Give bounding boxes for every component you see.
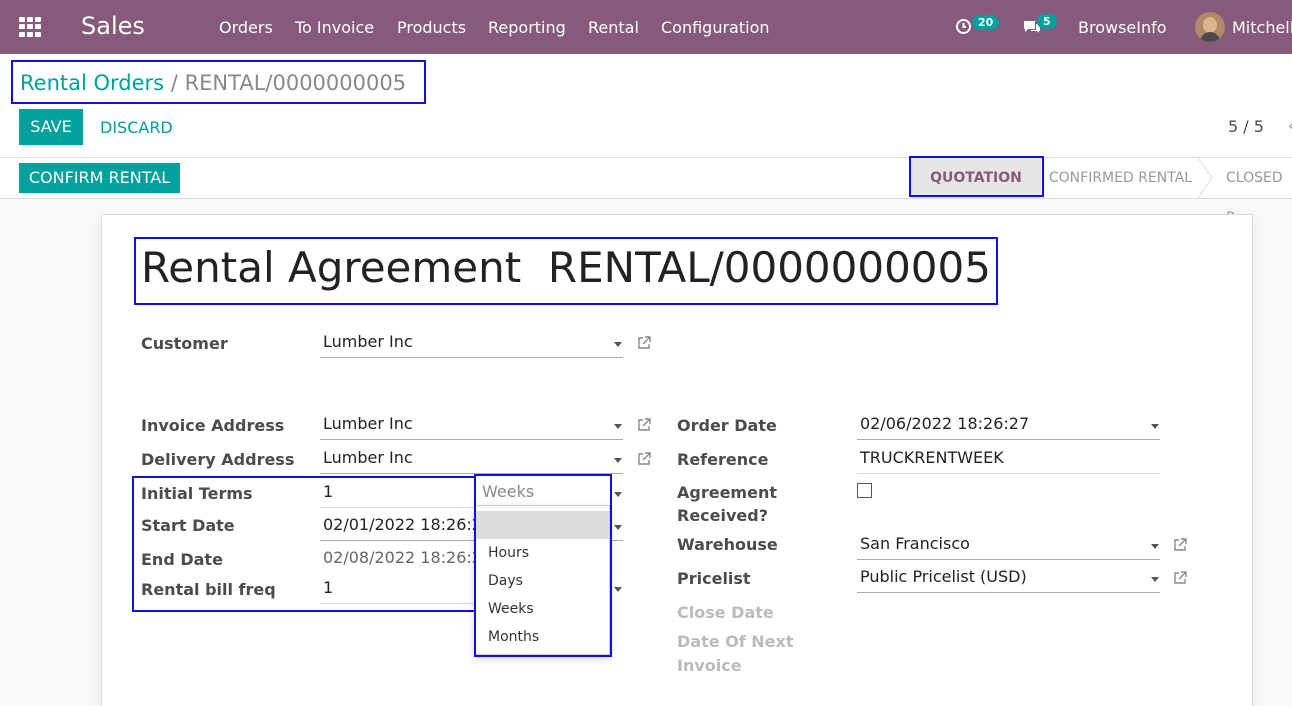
rental-bill-freq-field[interactable]: 1 xyxy=(320,578,475,604)
close-date-label: Close Date xyxy=(677,603,774,622)
stage-confirmed-rental[interactable]: CONFIRMED RENTAL xyxy=(1043,158,1198,198)
unit-option-days[interactable]: Days xyxy=(476,567,609,595)
invoice-address-external-link-icon[interactable] xyxy=(637,418,651,432)
start-date-dropdown-icon[interactable] xyxy=(614,525,622,530)
unit-option-hours[interactable]: Hours xyxy=(476,539,609,567)
initial-terms-unit-dropdown-icon[interactable] xyxy=(614,492,622,497)
agreement-received-label-line2: Received? xyxy=(677,506,769,525)
pricelist-field[interactable]: Public Pricelist (USD) xyxy=(857,567,1160,593)
unit-dropdown-menu: Hours Days Weeks Months xyxy=(475,505,610,655)
delivery-address-field[interactable]: Lumber Inc xyxy=(320,448,623,474)
apps-menu-icon[interactable] xyxy=(19,17,41,37)
pricelist-dropdown-icon[interactable] xyxy=(1151,577,1159,582)
save-button[interactable]: SAVE xyxy=(19,109,83,145)
delivery-address-dropdown-icon[interactable] xyxy=(614,458,622,463)
invoice-address-field[interactable]: Lumber Inc xyxy=(320,414,623,440)
pager-previous-icon[interactable]: ‹ xyxy=(1288,116,1292,135)
warehouse-label: Warehouse xyxy=(677,535,778,554)
activity-clock-icon[interactable] xyxy=(955,18,972,35)
discard-button[interactable]: DISCARD xyxy=(100,118,173,137)
unit-option-weeks[interactable]: Weeks xyxy=(476,595,609,623)
form-title: Rental Agreement RENTAL/0000000005 xyxy=(141,243,991,292)
rental-bill-freq-label: Rental bill freq xyxy=(141,580,276,599)
unit-option-months[interactable]: Months xyxy=(476,623,609,651)
pricelist-external-link-icon[interactable] xyxy=(1173,571,1187,585)
order-date-dropdown-icon[interactable] xyxy=(1151,424,1159,429)
control-panel: Rental Orders / RENTAL/0000000005 SAVE D… xyxy=(0,54,1292,158)
warehouse-dropdown-icon[interactable] xyxy=(1151,544,1159,549)
menu-rental[interactable]: Rental xyxy=(588,18,639,37)
order-date-field[interactable]: 02/06/2022 18:26:27 xyxy=(857,414,1160,440)
customer-field[interactable]: Lumber Inc xyxy=(320,332,623,358)
message-count-badge: 5 xyxy=(1037,14,1057,29)
rental-bill-freq-unit-dropdown-icon[interactable] xyxy=(614,587,622,592)
breadcrumb: Rental Orders / RENTAL/0000000005 xyxy=(20,71,406,95)
menu-reporting[interactable]: Reporting xyxy=(488,18,566,37)
agreement-received-label-line1: Agreement xyxy=(677,483,777,502)
pager-value[interactable]: 5 / 5 xyxy=(1228,117,1264,136)
menu-products[interactable]: Products xyxy=(397,18,466,37)
company-switcher[interactable]: BrowseInfo xyxy=(1078,18,1167,37)
stage-arrow-icon xyxy=(1197,158,1213,198)
warehouse-external-link-icon[interactable] xyxy=(1173,538,1187,552)
menu-configuration[interactable]: Configuration xyxy=(661,18,770,37)
breadcrumb-parent-link[interactable]: Rental Orders xyxy=(20,71,164,95)
top-navbar: Sales Orders To Invoice Products Reporti… xyxy=(0,0,1292,54)
reference-field[interactable]: TRUCKRENTWEEK xyxy=(857,448,1160,474)
status-bar: CONFIRM RENTAL QUOTATION CONFIRMED RENTA… xyxy=(0,158,1292,226)
user-avatar[interactable] xyxy=(1195,12,1225,42)
breadcrumb-current: RENTAL/0000000005 xyxy=(184,71,407,95)
customer-label: Customer xyxy=(141,334,228,353)
menu-orders[interactable]: Orders xyxy=(219,18,273,37)
end-date-label: End Date xyxy=(141,550,223,569)
initial-terms-label: Initial Terms xyxy=(141,484,253,503)
invoice-address-label: Invoice Address xyxy=(141,416,285,435)
menu-to-invoice[interactable]: To Invoice xyxy=(295,18,374,37)
stage-quotation[interactable]: QUOTATION xyxy=(911,158,1041,198)
delivery-address-label: Delivery Address xyxy=(141,450,295,469)
initial-terms-field[interactable]: 1 xyxy=(320,482,475,508)
start-date-label: Start Date xyxy=(141,516,235,535)
agreement-received-checkbox[interactable] xyxy=(857,483,872,498)
confirm-rental-button[interactable]: CONFIRM RENTAL xyxy=(19,163,180,193)
customer-external-link-icon[interactable] xyxy=(637,336,651,350)
delivery-address-external-link-icon[interactable] xyxy=(637,452,651,466)
invoice-address-dropdown-icon[interactable] xyxy=(614,424,622,429)
order-date-label: Order Date xyxy=(677,416,777,435)
breadcrumb-separator: / xyxy=(170,71,178,95)
user-menu[interactable]: Mitchell xyxy=(1232,18,1292,37)
warehouse-field[interactable]: San Francisco xyxy=(857,534,1160,560)
customer-dropdown-icon[interactable] xyxy=(614,342,622,347)
app-name[interactable]: Sales xyxy=(81,12,145,40)
activity-count-badge: 20 xyxy=(972,15,1000,30)
next-invoice-date-label-line1: Date Of Next xyxy=(677,632,794,651)
unit-option-empty[interactable] xyxy=(476,511,609,539)
pricelist-label: Pricelist xyxy=(677,569,751,588)
next-invoice-date-label-line2: Invoice xyxy=(677,656,742,675)
end-date-value: 02/08/2022 18:26:2 xyxy=(323,548,475,567)
reference-label: Reference xyxy=(677,450,769,469)
stage-closed-rental[interactable]: CLOSED R xyxy=(1216,158,1292,226)
